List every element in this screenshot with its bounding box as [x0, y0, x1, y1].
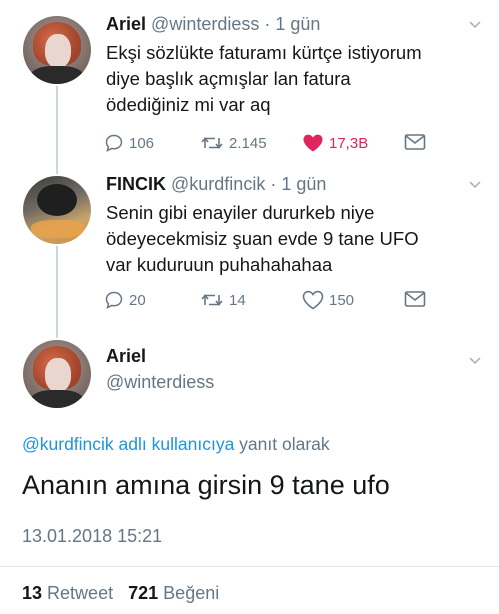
tweet-stats: 13 Retweet 721 Beğeni: [22, 583, 219, 604]
like-total: 721: [128, 583, 159, 603]
user-name[interactable]: Ariel: [106, 346, 146, 367]
tweet-line: Ekşi sözlükte faturamı kürtçe istiyorum: [106, 42, 422, 63]
message-button[interactable]: [404, 290, 431, 308]
like-button[interactable]: 150: [302, 290, 354, 310]
reply-button[interactable]: 106: [104, 133, 154, 153]
tweet[interactable]: FINCIK @kurdfincik · 1 gün Senin gibi en…: [0, 170, 499, 330]
heart-filled-icon: [303, 134, 323, 152]
like-count: 150: [329, 291, 355, 309]
tweet-line: ödeyecekmisiz şuan evde 9 tane UFO: [106, 228, 419, 249]
retweet-button[interactable]: 14: [200, 290, 246, 310]
tweet-text: Senin gibi enayiler dururkeb niye ödeyec…: [106, 200, 419, 278]
heart-icon: [302, 290, 324, 310]
avatar[interactable]: [23, 16, 91, 84]
chevron-down-icon[interactable]: [468, 18, 482, 32]
chevron-down-icon[interactable]: [468, 354, 482, 368]
chevron-down-icon[interactable]: [468, 178, 482, 192]
tweet-actions: 106 2.145 17,3B: [104, 133, 484, 157]
like-label: Beğeni: [163, 583, 220, 603]
like-button[interactable]: 17,3B: [302, 133, 368, 153]
retweet-label: Retweet: [47, 583, 114, 603]
like-count: 17,3B: [329, 134, 369, 152]
tweet-line: ödediğiniz mi var aq: [106, 94, 271, 115]
divider: [0, 566, 499, 567]
avatar[interactable]: [23, 340, 91, 408]
reply-icon: [105, 291, 123, 309]
tweet-time[interactable]: · 1 gün: [264, 14, 320, 34]
reply-icon: [105, 134, 123, 152]
reply-button[interactable]: 20: [104, 290, 146, 310]
like-stat[interactable]: 721 Beğeni: [128, 583, 219, 603]
reply-count: 106: [129, 134, 155, 152]
tweet-text: Ekşi sözlükte faturamı kürtçe istiyorum …: [106, 40, 422, 118]
tweet-line: diye başlık açmışlar lan fatura: [106, 68, 351, 89]
tweet-time[interactable]: · 1 gün: [270, 174, 326, 194]
message-button[interactable]: [404, 133, 431, 151]
retweet-total: 13: [22, 583, 43, 603]
reply-context: @kurdfincik adlı kullanıcıya yanıt olara…: [22, 434, 330, 455]
tweet-timestamp[interactable]: 13.01.2018 15:21: [22, 526, 162, 547]
tweet-text: Ananın amına girsin 9 tane ufo: [22, 470, 390, 500]
user-name[interactable]: FINCIK: [106, 174, 166, 194]
tweet[interactable]: Ariel @winterdiess · 1 gün Ekşi sözlükte…: [0, 0, 499, 170]
retweet-count: 2.145: [229, 134, 267, 152]
user-handle[interactable]: @winterdiess: [106, 372, 214, 393]
reply-suffix: yanıt olarak: [234, 434, 330, 454]
retweet-button[interactable]: 2.145: [200, 133, 267, 153]
retweet-stat[interactable]: 13 Retweet: [22, 583, 113, 603]
avatar[interactable]: [23, 176, 91, 244]
reply-count: 20: [129, 291, 146, 309]
envelope-icon: [404, 134, 426, 150]
reply-to-link[interactable]: @kurdfincik adlı kullanıcıya: [22, 434, 234, 454]
user-handle[interactable]: @winterdiess: [151, 14, 259, 34]
user-name[interactable]: Ariel: [106, 14, 146, 34]
retweet-icon: [201, 294, 223, 306]
user-handle[interactable]: @kurdfincik: [171, 174, 265, 194]
tweet-line: var kuduruun puhahahahaa: [106, 254, 333, 275]
envelope-icon: [404, 291, 426, 307]
tweet-actions: 20 14 150: [104, 290, 484, 314]
tweet-line: Senin gibi enayiler dururkeb niye: [106, 202, 375, 223]
retweet-count: 14: [229, 291, 246, 309]
retweet-icon: [201, 137, 223, 149]
